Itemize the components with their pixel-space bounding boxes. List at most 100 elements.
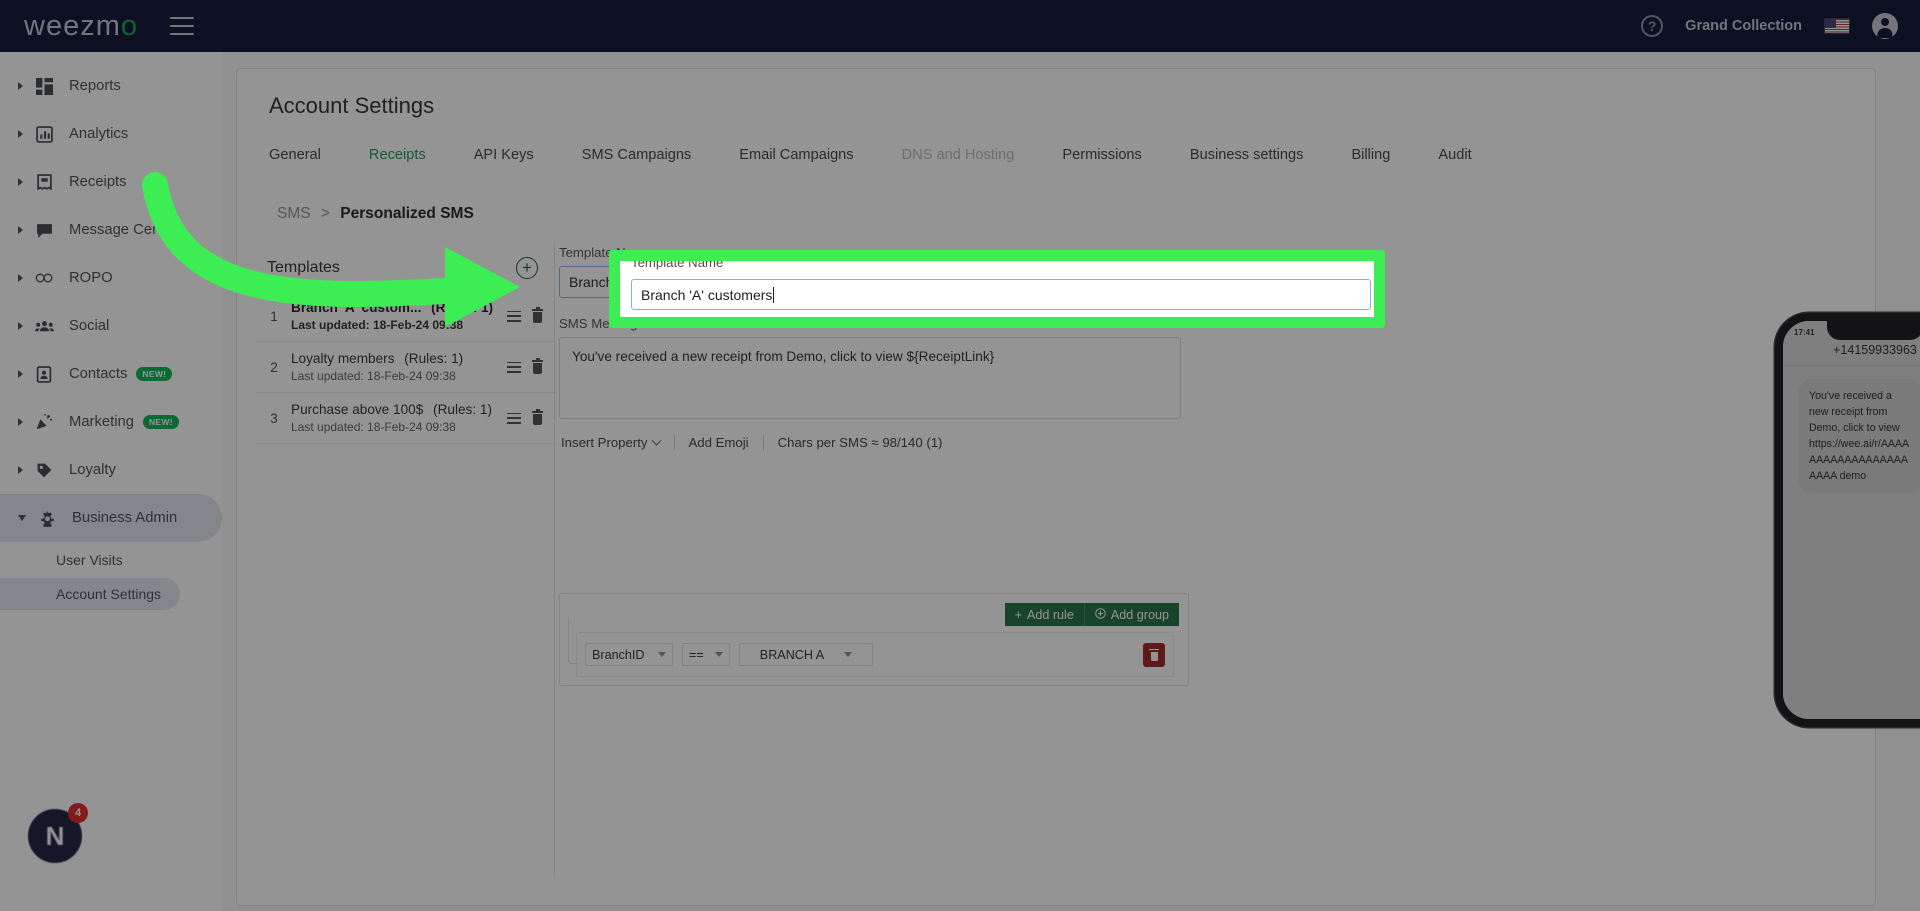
sidebar-item-loyalty[interactable]: Loyalty	[0, 446, 222, 494]
chevron-down-icon	[844, 652, 853, 657]
trash-icon[interactable]	[531, 357, 544, 375]
tab-permissions[interactable]: Permissions	[1038, 143, 1165, 167]
sidebar-item-label: Receipts	[69, 174, 127, 190]
tag-icon	[33, 459, 55, 481]
chevron-right-icon	[18, 466, 23, 474]
sidebar-item-ropo[interactable]: ROPO	[0, 254, 222, 302]
templates-panel: Templates + 1 Branch 'A' custom... (Rule…	[255, 245, 555, 875]
rule-value-select[interactable]: BRANCH A	[739, 643, 873, 666]
sidebar-item-contacts[interactable]: Contacts NEW!	[0, 350, 222, 398]
new-badge: NEW!	[136, 367, 173, 381]
help-icon[interactable]: ?	[1641, 15, 1664, 37]
sidebar-item-business-admin[interactable]: Business Admin	[0, 494, 222, 542]
sidebar-subitem-label: User Visits	[56, 552, 123, 568]
rule-buttons: + Add rule Add group	[1004, 603, 1179, 626]
sidebar-item-user-visits[interactable]: User Visits	[0, 544, 180, 576]
tab-business-settings[interactable]: Business settings	[1166, 143, 1328, 167]
hamburger-icon[interactable]	[170, 17, 194, 35]
add-rule-button[interactable]: + Add rule	[1004, 603, 1085, 626]
editor-toolbar: Insert Property Add Emoji Chars per SMS …	[559, 435, 1199, 450]
tab-general[interactable]: General	[269, 143, 345, 167]
trash-icon[interactable]	[531, 408, 544, 426]
templates-title: Templates	[267, 259, 340, 276]
receipt-icon	[33, 171, 55, 193]
notification-count-badge: 4	[68, 803, 88, 823]
plus-circle-icon	[1095, 607, 1106, 622]
table-row[interactable]: 3 Purchase above 100$ (Rules: 1) Last up…	[255, 393, 554, 444]
chevron-right-icon	[18, 130, 23, 138]
sidebar-item-reports[interactable]: Reports	[0, 62, 222, 110]
sidebar-item-label: Reports	[69, 78, 121, 94]
rule-field-select[interactable]: BranchID	[585, 643, 673, 666]
highlight-template-name-field: Template Name Branch 'A' customers	[609, 250, 1385, 328]
notification-widget[interactable]: N 4	[28, 803, 88, 863]
tab-audit[interactable]: Audit	[1414, 143, 1495, 167]
us-flag-icon[interactable]	[1824, 18, 1850, 34]
settings-tabs: General Receipts API Keys SMS Campaigns …	[269, 143, 1496, 167]
template-index: 3	[270, 410, 278, 426]
chevron-right-icon	[18, 322, 23, 330]
rule-operator-select[interactable]: ==	[682, 643, 730, 666]
rule-value-value: BRANCH A	[759, 647, 825, 662]
breadcrumb-sms[interactable]: SMS	[277, 205, 311, 222]
text-cursor	[773, 286, 775, 303]
add-template-plus-circle-icon[interactable]: +	[516, 257, 538, 279]
plus-icon: +	[1014, 607, 1022, 622]
templates-header: Templates +	[255, 245, 554, 291]
sidebar-item-label: Loyalty	[69, 462, 116, 478]
tab-email-campaigns[interactable]: Email Campaigns	[715, 143, 877, 167]
tab-billing[interactable]: Billing	[1327, 143, 1414, 167]
template-updated: Last updated: 18-Feb-24 09:38	[291, 318, 464, 332]
template-index: 2	[270, 359, 278, 375]
template-name: Loyalty members	[291, 351, 395, 366]
tab-receipts[interactable]: Receipts	[345, 143, 450, 167]
tab-api-keys[interactable]: API Keys	[450, 143, 558, 167]
contact-card-icon	[33, 363, 55, 385]
table-row[interactable]: 1 Branch 'A' custom... (Rules: 1) Last u…	[255, 291, 554, 342]
insert-property-dropdown[interactable]: Insert Property	[559, 435, 674, 450]
sidebar-item-social[interactable]: Social	[0, 302, 222, 350]
rule-field-value: BranchID	[592, 647, 645, 662]
chevron-right-icon	[18, 226, 23, 234]
user-avatar-icon[interactable]	[1872, 13, 1898, 39]
template-name-input-highlight[interactable]: Branch 'A' customers	[631, 279, 1371, 310]
template-title-line: Loyalty members (Rules: 1)	[291, 351, 507, 366]
tab-sms-campaigns[interactable]: SMS Campaigns	[558, 143, 716, 167]
sidebar-item-analytics[interactable]: Analytics	[0, 110, 222, 158]
template-info: Branch 'A' custom... (Rules: 1) Last upd…	[285, 300, 507, 332]
chevron-down-icon	[715, 652, 723, 657]
menu-lines-icon[interactable]	[507, 412, 521, 424]
weezmo-logo[interactable]: weezmo	[24, 10, 138, 43]
template-name: Branch 'A' custom...	[291, 300, 422, 315]
template-rules-count: (Rules: 1)	[433, 402, 492, 417]
template-index: 1	[270, 308, 278, 324]
dashboard-icon	[33, 75, 55, 97]
sidebar-item-message-center[interactable]: Message Center	[0, 206, 222, 254]
rule-operator-value: ==	[689, 647, 704, 662]
breadcrumb-separator: >	[320, 205, 330, 222]
main-content-area: Account Settings General Receipts API Ke…	[222, 52, 1920, 911]
phone-notch	[1827, 321, 1920, 340]
template-info: Loyalty members (Rules: 1) Last updated:…	[285, 351, 507, 383]
template-updated: Last updated: 18-Feb-24 09:38	[291, 420, 456, 434]
chevron-right-icon	[18, 370, 23, 378]
sms-message-textarea[interactable]: You've received a new receipt from Demo,…	[559, 337, 1181, 419]
help-icon-glyph: ?	[1647, 18, 1657, 34]
trash-icon[interactable]	[531, 306, 544, 324]
sidebar-item-marketing[interactable]: Marketing NEW!	[0, 398, 222, 446]
menu-lines-icon[interactable]	[507, 361, 521, 373]
chevron-right-icon	[18, 418, 23, 426]
sidebar-item-label: ROPO	[69, 270, 113, 286]
menu-lines-icon[interactable]	[507, 310, 521, 322]
chat-bubble-icon	[33, 219, 55, 241]
sidebar-item-account-settings[interactable]: Account Settings	[0, 578, 180, 610]
add-group-button[interactable]: Add group	[1084, 603, 1179, 626]
add-emoji-button[interactable]: Add Emoji	[675, 435, 763, 450]
delete-rule-trash-icon[interactable]	[1143, 642, 1165, 667]
sidebar: Reports Analytics Receipts Message Cente…	[0, 52, 222, 911]
sidebar-item-receipts[interactable]: Receipts	[0, 158, 222, 206]
sidebar-item-label: Message Center	[69, 222, 178, 238]
account-name: Grand Collection	[1685, 18, 1802, 34]
table-row[interactable]: 2 Loyalty members (Rules: 1) Last update…	[255, 342, 554, 393]
template-name-value-highlight: Branch 'A' customers	[641, 286, 773, 303]
